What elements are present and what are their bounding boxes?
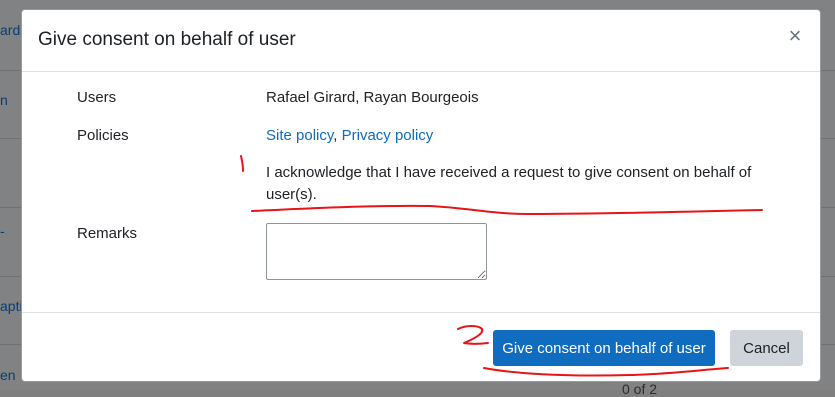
- policies-label: Policies: [77, 127, 129, 144]
- give-consent-button[interactable]: Give consent on behalf of user: [493, 330, 715, 366]
- modal-title: Give consent on behalf of user: [38, 29, 296, 50]
- remarks-label: Remarks: [77, 225, 138, 242]
- privacy-policy-link[interactable]: Privacy policy: [342, 127, 434, 144]
- policies-value: Site policy, Privacy policy: [266, 127, 433, 144]
- users-label: Users: [77, 89, 117, 106]
- close-icon[interactable]: ×: [784, 24, 806, 50]
- background-pagination-text: 0 of 2: [622, 381, 658, 397]
- acknowledgement-text: I acknowledge that I have received a req…: [266, 164, 752, 203]
- modal-header: Give consent on behalf of user ×: [22, 10, 820, 72]
- policy-separator: ,: [333, 127, 342, 144]
- site-policy-link[interactable]: Site policy: [266, 127, 333, 144]
- remarks-textarea[interactable]: [266, 223, 487, 280]
- users-value: Rafael Girard, Rayan Bourgeois: [266, 89, 479, 106]
- cancel-button[interactable]: Cancel: [730, 330, 803, 366]
- modal-footer: Give consent on behalf of user Cancel: [22, 312, 820, 381]
- consent-modal: Give consent on behalf of user × Users R…: [21, 9, 821, 382]
